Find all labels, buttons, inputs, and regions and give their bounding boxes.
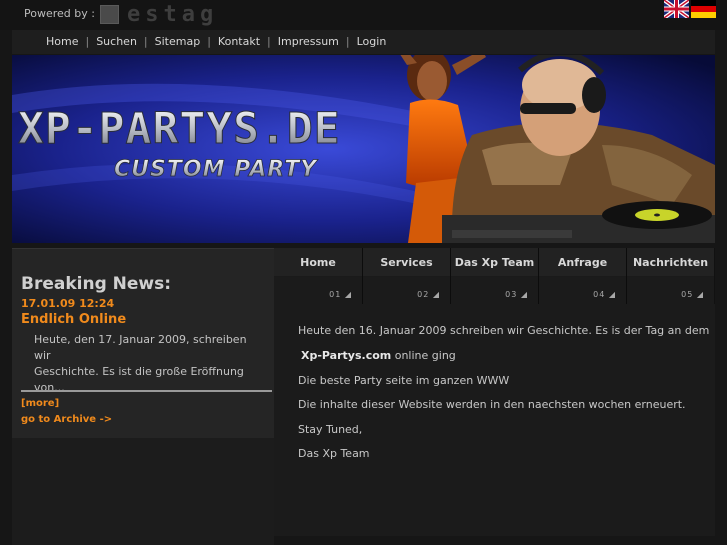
content-paragraph: Stay Tuned, — [298, 423, 363, 436]
news-excerpt-line: Geschichte. Es ist die große Eröffnung — [34, 365, 244, 378]
tab-number: 03 ◢ — [505, 290, 528, 299]
estag-logo-box-icon — [100, 5, 119, 24]
tab-label: Anfrage — [539, 248, 626, 276]
tab-label: Das Xp Team — [451, 248, 538, 276]
language-flags — [664, 0, 716, 18]
archive-link[interactable]: go to Archive -> — [21, 414, 112, 425]
main-tabs: Home 01 ◢ Services 02 ◢ Das Xp Team 03 ◢… — [274, 248, 715, 304]
news-date: 17.01.09 12:24 — [21, 297, 115, 310]
content-paragraph: Die beste Party seite im ganzen WWW — [298, 374, 510, 387]
header-banner: XP-PARTYS.DE CUSTOM PARTY — [12, 55, 715, 243]
tab-das-xp-team[interactable]: Das Xp Team 03 ◢ — [450, 248, 538, 304]
top-nav-impressum[interactable]: Impressum — [278, 35, 339, 48]
news-headline[interactable]: Endlich Online — [21, 312, 126, 327]
top-nav: Home | Suchen | Sitemap | Kontakt | Impr… — [46, 35, 386, 48]
top-nav-kontakt[interactable]: Kontakt — [218, 35, 260, 48]
german-flag-icon[interactable] — [691, 0, 716, 18]
news-divider — [21, 390, 272, 392]
estag-logo[interactable]: estag — [100, 2, 218, 27]
tab-nachrichten[interactable]: Nachrichten 05 ◢ — [626, 248, 714, 304]
tab-anfrage[interactable]: Anfrage 04 ◢ — [538, 248, 626, 304]
banner-graphic: XP-PARTYS.DE CUSTOM PARTY — [12, 55, 715, 243]
news-excerpt-line: Heute, den 17. Januar 2009, schreiben wi… — [34, 333, 247, 362]
nav-separator: | — [207, 35, 211, 48]
main-content: Heute den 16. Januar 2009 schreiben wir … — [274, 304, 715, 536]
uk-flag-icon[interactable] — [664, 0, 689, 18]
nav-separator: | — [143, 35, 148, 48]
estag-logo-text: estag — [127, 2, 219, 27]
banner-subtitle: CUSTOM PARTY — [114, 157, 318, 182]
tab-label: Services — [363, 248, 450, 276]
breaking-news-heading: Breaking News: — [21, 274, 172, 294]
tab-home[interactable]: Home 01 ◢ — [274, 248, 362, 304]
banner-title: XP-PARTYS.DE — [18, 104, 341, 154]
top-nav-suchen[interactable]: Suchen — [96, 35, 137, 48]
nav-separator: | — [267, 35, 271, 48]
content-paragraph: Das Xp Team — [298, 447, 370, 460]
content-paragraph: Die inhalte dieser Website werden in den… — [298, 398, 686, 411]
news-excerpt: Heute, den 17. Januar 2009, schreiben wi… — [34, 332, 264, 396]
tab-number: 04 ◢ — [593, 290, 616, 299]
site-name: Xp-Partys.com — [301, 349, 392, 362]
tab-label: Nachrichten — [627, 248, 714, 276]
nav-separator: | — [345, 35, 350, 48]
more-link[interactable]: [more] — [21, 398, 59, 409]
top-nav-login[interactable]: Login — [357, 35, 387, 48]
top-nav-home[interactable]: Home — [46, 35, 78, 48]
nav-separator: | — [85, 35, 90, 48]
content-paragraph: Heute den 16. Januar 2009 schreiben wir … — [298, 324, 710, 337]
tab-number: 02 ◢ — [417, 290, 440, 299]
powered-by-label: Powered by : — [24, 7, 95, 20]
left-column-footer — [12, 438, 274, 545]
tab-number: 01 ◢ — [329, 290, 352, 299]
content-paragraph: Xp-Partys.com online ging — [301, 349, 456, 362]
tab-services[interactable]: Services 02 ◢ — [362, 248, 450, 304]
tab-label: Home — [274, 248, 362, 276]
top-nav-sitemap[interactable]: Sitemap — [155, 35, 201, 48]
news-excerpt-line: von... — [34, 381, 65, 394]
tab-number: 05 ◢ — [681, 290, 704, 299]
